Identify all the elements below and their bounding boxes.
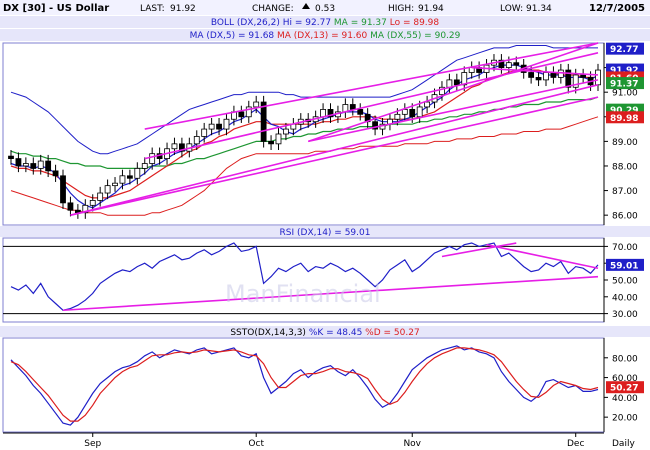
candle-body [208,123,215,130]
candle-body [357,109,364,115]
candle-body [409,109,416,118]
low-value: 91.34 [526,4,552,14]
candle-body [119,175,126,184]
candle-body [513,62,520,66]
y-tick-label: 91.00 [612,89,638,99]
candle-body [401,109,408,115]
candle-body [394,113,401,120]
ma-legend-item: MA (DX,55) = 90.29 [367,31,460,41]
y-tick-label: 88.00 [612,162,638,172]
y-tick-label: 50.00 [612,277,638,287]
candle-body [126,175,133,179]
candle-body [260,101,267,142]
y-tick-label: 40.00 [612,293,638,303]
candle-body [37,160,44,169]
ssto-title: SSTO(DX,14,3,3) %K = 48.45 %D = 50.27 [230,328,419,338]
candle-body [104,185,111,194]
boll-legend-item: Lo = 89.98 [387,18,440,28]
candle-body [424,101,431,108]
candle-body [52,170,59,177]
high-label: HIGH: [388,4,414,14]
y-tick-label: 20.00 [612,414,638,424]
rsi-badge: 59.01 [610,261,638,271]
candle-body [320,109,326,118]
y-tick-label: 89.00 [612,138,638,148]
boll-legend-item: MA = 91.37 [331,18,387,28]
candle-body [193,136,200,145]
candle-body [238,111,245,118]
y-tick-label: 86.00 [612,212,638,222]
candle-body [253,101,260,108]
ssto-title-part: %D = 50.27 [362,328,419,338]
low-label: LOW: [500,4,523,14]
candle-body [557,69,564,78]
boll-legend-item: BOLL (DX,26,2) Hi = 92.77 [211,18,331,28]
x-tick-label: Oct [248,439,264,449]
y-tick-label: 40.00 [612,394,638,404]
candle-body [149,153,156,164]
candle-body [268,140,274,145]
date-label: 12/7/2005 [589,3,645,14]
y-tick-label: 70.00 [612,243,638,253]
x-tick-label: Dec [567,439,584,449]
candle-body [446,79,453,88]
candle-body [60,175,66,204]
candle-body [505,62,512,68]
candle-body [283,128,289,135]
candle-body [528,72,535,78]
ma-legend-item: MA (DX,13) = 91.60 [274,31,367,41]
candle-body [141,163,148,169]
candle-body [201,128,208,137]
price-badge: 92.77 [610,45,638,55]
chart-canvas: DX [30] - US Dollar LAST: 91.92 CHANGE: … [0,0,650,450]
candle-body [15,158,22,167]
y-tick-label: 30.00 [612,310,638,320]
ssto-title-part: SSTO(DX,14,3,3) [230,328,308,338]
y-tick-label: 87.00 [612,187,638,197]
x-tick-label: Nov [403,439,421,449]
period-label: Daily [612,439,635,449]
ma-legend-item: MA (DX,5) = 91.68 [190,31,275,41]
candle-body [8,155,14,159]
price-badge: 89.98 [610,114,638,124]
candle-body [45,160,52,172]
price-badge: 91.37 [610,80,638,90]
rsi-title: RSI (DX,14) = 59.01 [280,228,371,238]
candle-body [349,104,356,110]
y-tick-label: 80.00 [612,354,638,364]
boll-legend: BOLL (DX,26,2) Hi = 92.77 MA = 91.37 Lo … [211,18,440,28]
change-value: 0.53 [315,4,335,14]
candle-body [453,79,460,86]
symbol-label: DX [30] - US Dollar [3,3,109,14]
candle-body [275,133,282,145]
candle-body [30,163,37,169]
ma-legend: MA (DX,5) = 91.68 MA (DX,13) = 91.60 MA … [190,31,461,41]
change-label: CHANGE: [252,4,294,14]
candle-body [535,77,542,81]
candle-body [543,72,549,81]
x-tick-label: Sep [84,439,101,449]
watermark-text: ManFinancial [225,280,381,308]
last-value: 91.92 [170,4,196,14]
candle-body [112,182,118,187]
candle-body [216,123,222,130]
candle-body [97,192,104,201]
candle-body [580,74,587,78]
candle-body [595,69,601,86]
candle-body [171,143,178,150]
ssto-badge: 50.27 [610,384,638,394]
candle-body [89,200,96,206]
candle-body [67,202,74,211]
candle-body [223,118,230,130]
candle-body [416,106,423,118]
high-value: 91.94 [418,4,444,14]
candle-body [134,168,141,179]
ssto-title-part: %K = 48.45 [309,328,362,338]
last-label: LAST: [140,4,165,14]
candle-body [22,163,29,167]
